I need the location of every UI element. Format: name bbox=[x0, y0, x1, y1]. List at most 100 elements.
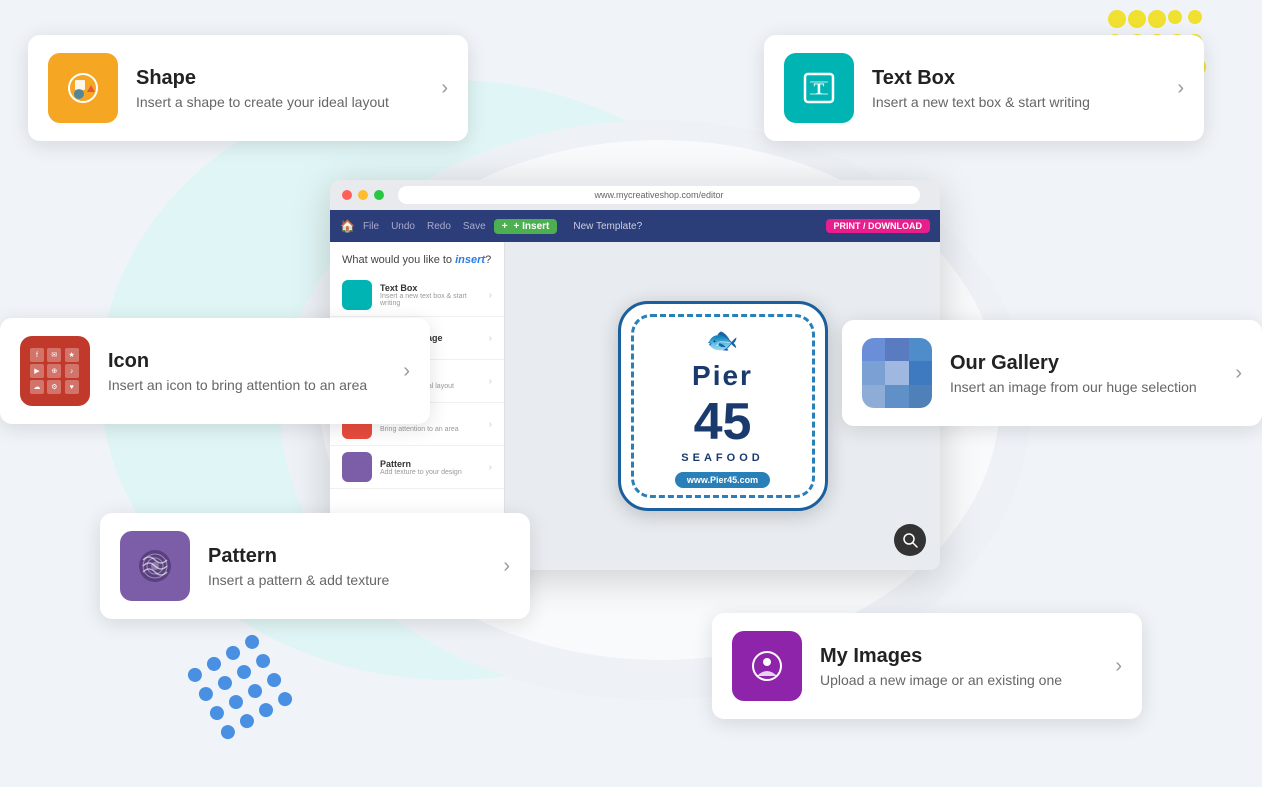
pier-url: www.Pier45.com bbox=[675, 472, 770, 488]
myimages-card-content: My Images Upload a new image or an exist… bbox=[820, 645, 1103, 688]
pattern-card[interactable]: Pattern Insert a pattern & add texture › bbox=[100, 513, 530, 619]
dot bbox=[1188, 10, 1202, 24]
shape-card-title: Shape bbox=[136, 67, 429, 90]
sidebar-existingimage-arrow: › bbox=[489, 333, 492, 344]
gallery-cell bbox=[862, 385, 885, 408]
magnify-button[interactable] bbox=[894, 524, 926, 556]
app-toolbar: 🏠 File Undo Redo Save + + Insert New Tem… bbox=[330, 210, 940, 242]
gallery-cell bbox=[885, 385, 908, 408]
social-cell: ★ bbox=[65, 348, 79, 362]
gallery-cell bbox=[862, 361, 885, 384]
browser-close-dot bbox=[342, 190, 352, 200]
sidebar-pattern-text: Pattern Add texture to your design bbox=[380, 459, 481, 476]
sidebar-icon-arrow: › bbox=[489, 419, 492, 430]
icon-card-arrow: › bbox=[403, 360, 410, 383]
shape-card[interactable]: Shape Insert a shape to create your idea… bbox=[28, 35, 468, 141]
icon-card-title: Icon bbox=[108, 350, 391, 373]
dot bbox=[1168, 10, 1182, 24]
sidebar-item-textbox[interactable]: Text Box Insert a new text box & start w… bbox=[330, 274, 504, 317]
dot bbox=[185, 665, 204, 684]
sidebar-textbox-icon bbox=[342, 280, 372, 310]
gallery-cell bbox=[909, 338, 932, 361]
sidebar-textbox-arrow: › bbox=[489, 290, 492, 301]
plus-icon: + bbox=[502, 221, 508, 232]
gallery-card-subtitle: Insert an image from our huge selection bbox=[950, 379, 1223, 395]
textbox-card[interactable]: T Text Box Insert a new text box & start… bbox=[764, 35, 1204, 141]
pier-number: 45 bbox=[694, 396, 752, 448]
pattern-card-content: Pattern Insert a pattern & add texture bbox=[208, 545, 491, 588]
textbox-card-content: Text Box Insert a new text box & start w… bbox=[872, 67, 1165, 110]
gallery-card-title: Our Gallery bbox=[950, 352, 1223, 375]
dot bbox=[245, 681, 264, 700]
icon-card-subtitle: Insert an icon to bring attention to an … bbox=[108, 377, 391, 393]
dot bbox=[196, 684, 215, 703]
dot bbox=[243, 632, 262, 651]
social-cell: ⚙ bbox=[47, 380, 61, 394]
blue-dots-decoration bbox=[185, 632, 294, 741]
dot bbox=[254, 651, 273, 670]
textbox-card-arrow: › bbox=[1177, 77, 1184, 100]
myimages-card[interactable]: My Images Upload a new image or an exist… bbox=[712, 613, 1142, 719]
dot bbox=[218, 723, 237, 742]
gallery-cell bbox=[909, 385, 932, 408]
toolbar-print-button[interactable]: PRINT / DOWNLOAD bbox=[826, 219, 931, 233]
sidebar-textbox-sub: Insert a new text box & start writing bbox=[380, 293, 481, 307]
textbox-card-subtitle: Insert a new text box & start writing bbox=[872, 94, 1165, 110]
pier-text: Pier bbox=[692, 360, 753, 392]
shape-card-content: Shape Insert a shape to create your idea… bbox=[136, 67, 429, 110]
gallery-card-content: Our Gallery Insert an image from our hug… bbox=[950, 352, 1223, 395]
toolbar-undo: Undo bbox=[391, 221, 415, 232]
toolbar-save: Save bbox=[463, 221, 486, 232]
dot bbox=[234, 662, 253, 681]
textbox-icon: T bbox=[784, 53, 854, 123]
social-cell: ♪ bbox=[65, 364, 79, 378]
browser-url-field: www.mycreativeshop.com/editor bbox=[398, 186, 920, 204]
toolbar-insert-button[interactable]: + + Insert bbox=[494, 219, 558, 234]
shape-card-subtitle: Insert a shape to create your ideal layo… bbox=[136, 94, 429, 110]
sidebar-pattern-sub: Add texture to your design bbox=[380, 469, 481, 476]
sidebar-item-pattern[interactable]: Pattern Add texture to your design › bbox=[330, 446, 504, 489]
gallery-cell bbox=[885, 361, 908, 384]
pattern-icon bbox=[120, 531, 190, 601]
social-cell: ☁ bbox=[30, 380, 44, 394]
gallery-cell bbox=[862, 338, 885, 361]
browser-address-bar: www.mycreativeshop.com/editor bbox=[330, 180, 940, 210]
fish-icon: 🐟 bbox=[706, 325, 738, 356]
dot bbox=[1148, 10, 1166, 28]
dot bbox=[204, 654, 223, 673]
shape-card-arrow: › bbox=[441, 77, 448, 100]
dot bbox=[1128, 10, 1146, 28]
social-cell: ⊕ bbox=[47, 364, 61, 378]
pier45-inner: 🐟 Pier 45 SEAFOOD www.Pier45.com bbox=[631, 314, 815, 498]
dot bbox=[215, 673, 234, 692]
insert-word: insert bbox=[455, 254, 485, 266]
sidebar-question: What would you like to insert? bbox=[330, 254, 504, 274]
dot bbox=[223, 643, 242, 662]
pattern-card-title: Pattern bbox=[208, 545, 491, 568]
textbox-card-title: Text Box bbox=[872, 67, 1165, 90]
myimages-card-title: My Images bbox=[820, 645, 1103, 668]
myimages-icon bbox=[732, 631, 802, 701]
dot bbox=[237, 712, 256, 731]
dot bbox=[265, 670, 284, 689]
dot bbox=[276, 690, 295, 709]
gallery-icon bbox=[862, 338, 932, 408]
icon-card-content: Icon Insert an icon to bring attention t… bbox=[108, 350, 391, 393]
icon-card[interactable]: f ✉ ★ ▶ ⊕ ♪ ☁ ⚙ ♥ Icon Insert an icon to… bbox=[0, 318, 430, 424]
icon-feature-icon: f ✉ ★ ▶ ⊕ ♪ ☁ ⚙ ♥ bbox=[20, 336, 90, 406]
gallery-cell bbox=[909, 361, 932, 384]
sidebar-icon-sub: Bring attention to an area bbox=[380, 426, 481, 433]
myimages-card-subtitle: Upload a new image or an existing one bbox=[820, 672, 1103, 688]
toolbar-home-icon: 🏠 bbox=[340, 219, 355, 233]
social-cell: ♥ bbox=[65, 380, 79, 394]
browser-minimize-dot bbox=[358, 190, 368, 200]
shape-icon bbox=[48, 53, 118, 123]
pattern-card-arrow: › bbox=[503, 555, 510, 578]
sidebar-textbox-title: Text Box bbox=[380, 283, 481, 293]
browser-maximize-dot bbox=[374, 190, 384, 200]
gallery-card-arrow: › bbox=[1235, 362, 1242, 385]
social-cell: ▶ bbox=[30, 364, 44, 378]
dot bbox=[207, 703, 226, 722]
dot bbox=[1108, 10, 1126, 28]
gallery-card[interactable]: Our Gallery Insert an image from our hug… bbox=[842, 320, 1262, 426]
